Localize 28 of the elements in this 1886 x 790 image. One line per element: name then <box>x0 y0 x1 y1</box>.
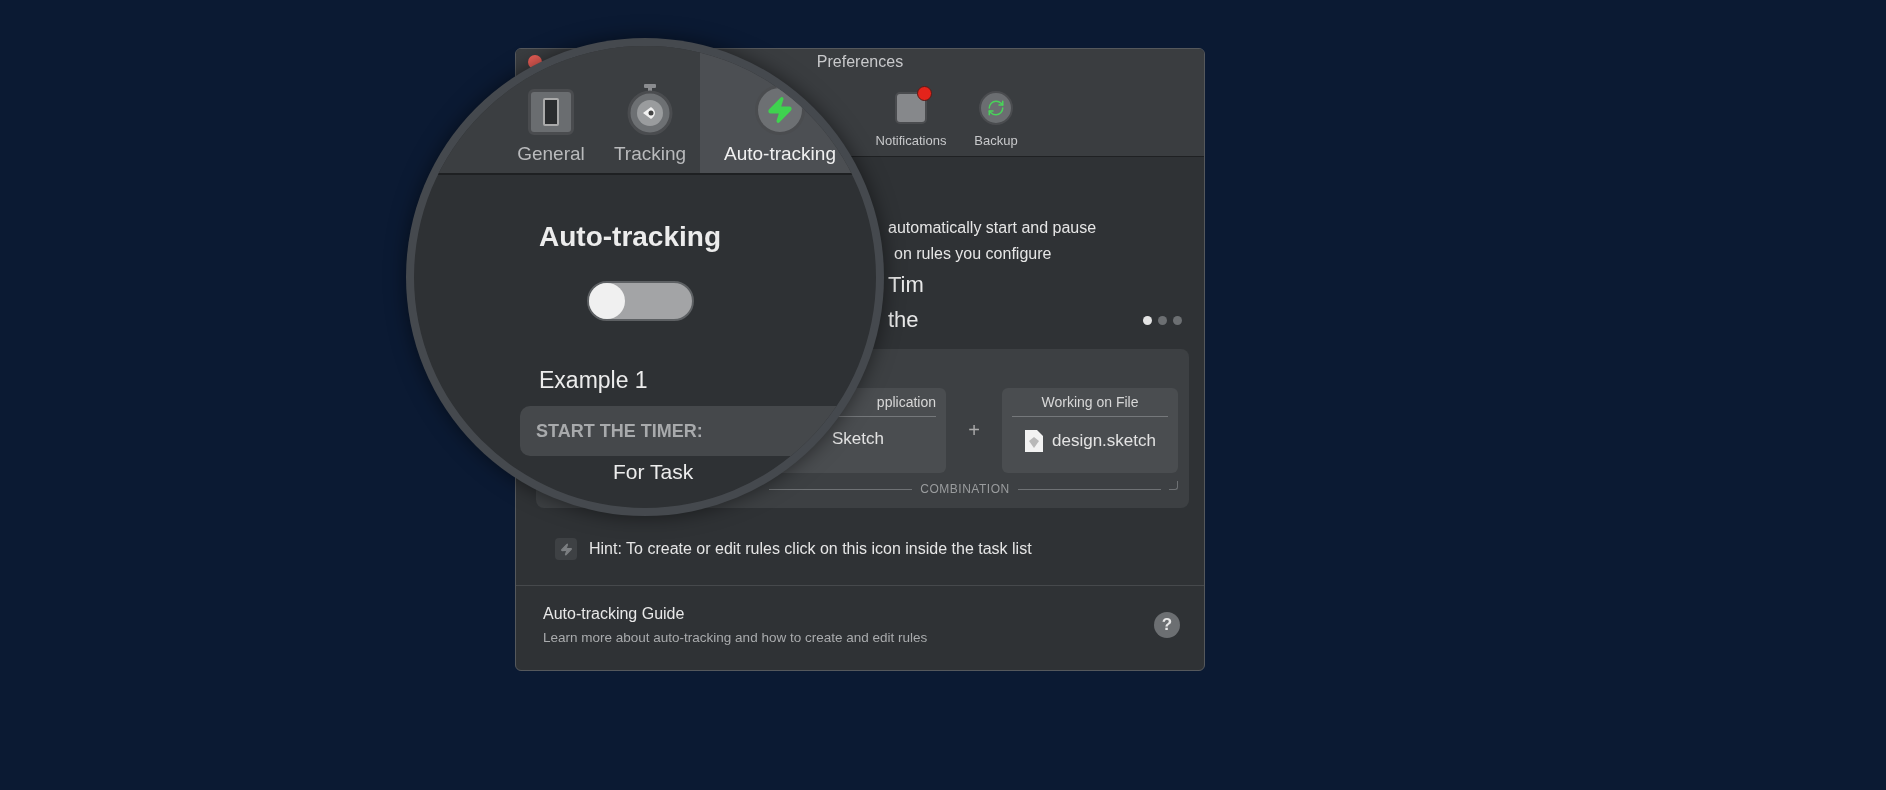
pager-dot[interactable] <box>1173 316 1182 325</box>
section-label: START THE TIMER: <box>536 420 703 442</box>
toggle-switch[interactable] <box>587 281 694 321</box>
hint-text: Hint: To create or edit rules click on this icon inside the task list <box>589 540 1032 558</box>
toolbar-tab[interactable]: Backup <box>969 89 1023 148</box>
guide-subtitle: Learn more about auto-tracking and how to create and edit rules <box>543 630 928 645</box>
sync-icon <box>979 91 1013 125</box>
description-text: automatically start and pause <box>888 218 1098 238</box>
plus-sign: + <box>967 419 981 442</box>
pager-dot[interactable] <box>1158 316 1167 325</box>
slide-text: Tim <box>888 271 924 299</box>
example-title: Example 1 <box>539 367 649 394</box>
condition-value: design.sketch <box>1052 431 1156 451</box>
task-label: For Task <box>613 460 695 484</box>
notification-icon <box>895 92 927 124</box>
file-icon <box>1024 429 1044 453</box>
slide-text: the <box>888 306 920 334</box>
section-heading: Auto-tracking <box>539 221 722 253</box>
bolt-icon <box>555 538 577 560</box>
guide-title: Auto-tracking Guide <box>543 605 686 623</box>
combination-label: COMBINATION <box>920 482 1010 496</box>
stopwatch-icon <box>627 83 673 135</box>
pager-dot[interactable] <box>1143 316 1152 325</box>
condition-title: Working on File <box>1012 394 1168 417</box>
help-button[interactable]: ? <box>1154 612 1180 638</box>
switch-icon <box>528 89 574 135</box>
description-text: on rules you configure <box>894 244 1053 264</box>
condition-value: Sketch <box>832 429 884 449</box>
